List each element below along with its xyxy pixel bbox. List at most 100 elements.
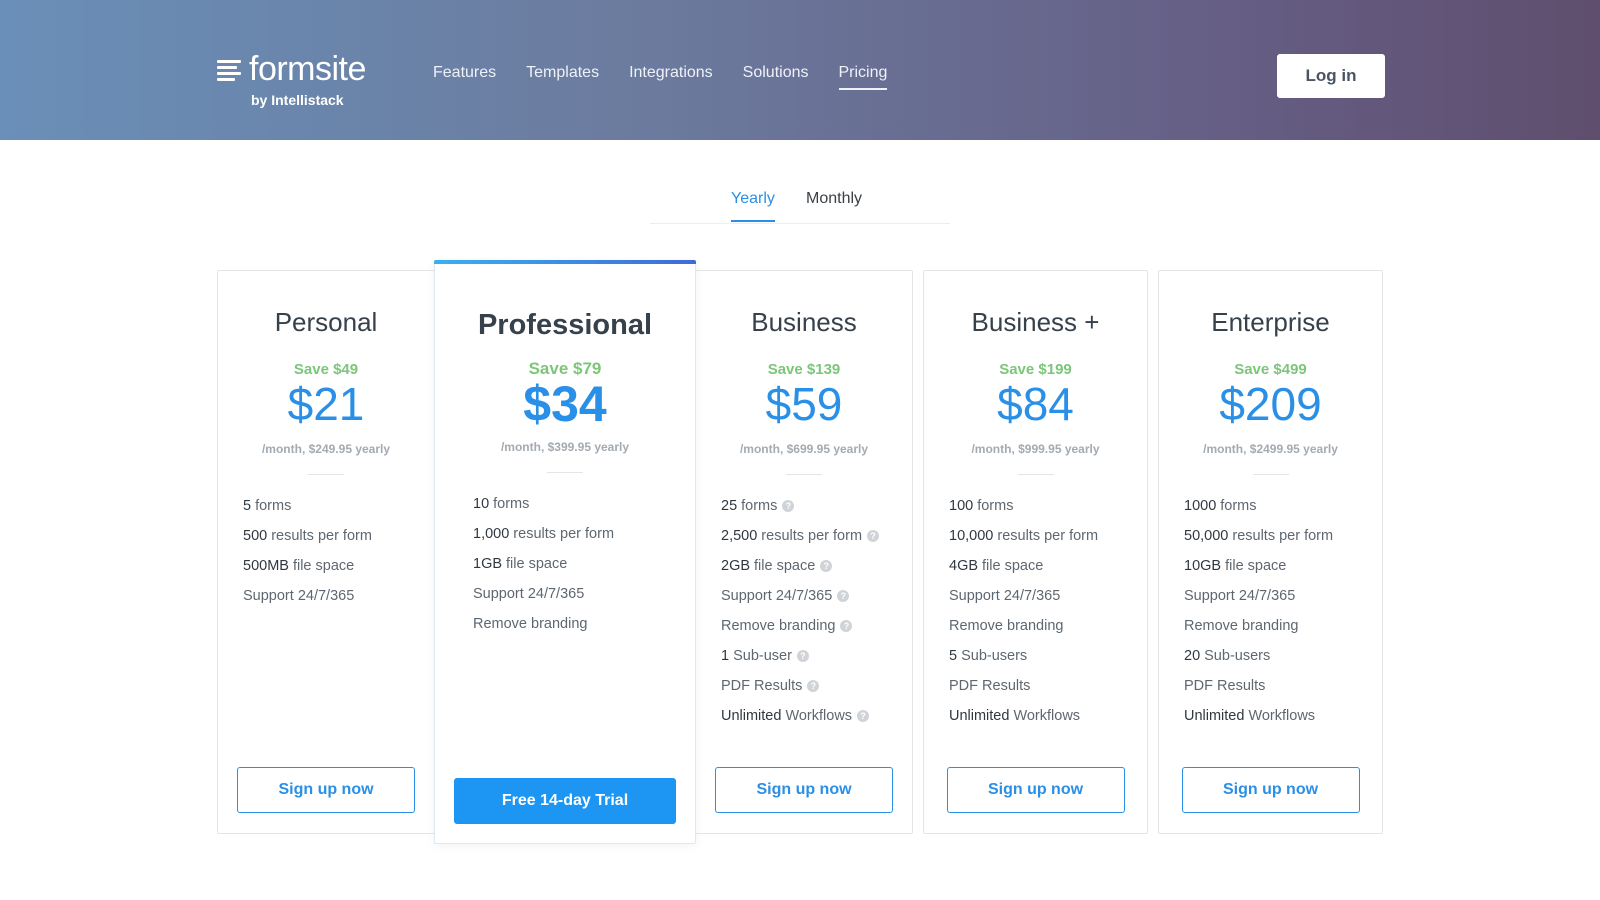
feature-amount: 20 <box>1184 648 1201 664</box>
free-trial-button[interactable]: Free 14-day Trial <box>454 778 676 824</box>
feature-item: PDF Results <box>949 671 1098 701</box>
feature-item: 1,000 results per form <box>473 519 614 549</box>
feature-amount: 100 <box>949 498 974 514</box>
feature-amount: 1 <box>721 648 730 664</box>
plan-features: 25 forms? 2,500 results per form? 2GB file sp… <box>721 491 880 731</box>
feature-item: PDF Results? <box>721 671 879 701</box>
feature-text: Workflows <box>1248 708 1316 724</box>
feature-item: Remove branding <box>473 609 614 639</box>
help-icon[interactable]: ? <box>837 590 850 602</box>
plan-price: $21 <box>287 378 365 430</box>
plan-price: $84 <box>997 378 1074 430</box>
sign-up-button[interactable]: Sign up now <box>1181 767 1360 813</box>
feature-item: 1000 forms <box>1184 491 1333 521</box>
feature-amount: 2GB <box>721 558 751 574</box>
plan-card-personal: Personal Save $49 $21/month, $249.95 yearl… <box>217 270 435 834</box>
feature-amount: 5 <box>243 498 252 514</box>
help-icon[interactable]: ? <box>782 500 795 512</box>
feature-text: Sub-user <box>733 648 792 664</box>
help-icon[interactable]: ? <box>857 710 870 722</box>
plan-card-enterprise: Enterprise Save $499 $209/month, $2499.95 … <box>1158 270 1383 834</box>
feature-item: 25 forms? <box>721 491 879 521</box>
help-icon[interactable]: ? <box>867 530 880 542</box>
feature-amount: 10 <box>473 496 490 512</box>
plan-name: Business <box>751 307 857 337</box>
feature-text: Support 24/7/365 <box>721 588 833 604</box>
feature-item: 500 results per form <box>243 521 372 551</box>
feature-text: results per form <box>271 528 372 544</box>
plan-name: Professional <box>477 309 653 341</box>
feature-text: results per form <box>513 526 615 542</box>
feature-text: PDF Results <box>1184 678 1266 694</box>
site-header: formsite by Intellistack Features Templa… <box>0 0 1600 140</box>
feature-item: Unlimited Workflows <box>949 701 1098 731</box>
feature-text: Support 24/7/365 <box>473 586 585 602</box>
plan-billing-period: /month, $249.95 yearly <box>261 442 391 456</box>
logo-wordmark: formsite <box>249 50 366 88</box>
nav-solutions[interactable]: Solutions <box>743 64 809 90</box>
feature-amount: Unlimited <box>1184 708 1245 724</box>
sign-up-button[interactable]: Sign up now <box>946 767 1125 813</box>
plan-name: Personal <box>274 307 378 337</box>
feature-text: PDF Results <box>949 678 1031 694</box>
feature-amount: 1000 <box>1184 498 1217 514</box>
help-icon[interactable]: ? <box>807 680 820 692</box>
feature-amount: 5 <box>949 648 958 664</box>
plan-billing-period: /month, $2499.95 yearly <box>1203 442 1338 456</box>
feature-text: Workflows <box>785 708 853 724</box>
feature-text: Sub-users <box>961 648 1028 664</box>
tab-yearly[interactable]: Yearly <box>731 190 775 222</box>
feature-amount: Unlimited <box>949 708 1010 724</box>
plan-divider <box>1252 474 1289 475</box>
plan-price: $209 <box>1219 378 1322 430</box>
feature-amount: 10,000 <box>949 528 994 544</box>
sign-up-button[interactable]: Sign up now <box>715 767 893 813</box>
plan-features: 100 forms 10,000 results per form 4GB file sp… <box>949 491 1098 731</box>
feature-amount: 500MB <box>243 558 289 574</box>
plan-divider <box>1017 474 1054 475</box>
logo-lines-icon <box>217 60 241 86</box>
feature-amount: 500 <box>243 528 268 544</box>
help-icon[interactable]: ? <box>820 560 833 572</box>
plan-features: 10 forms 1,000 results per form 1GB file spac… <box>473 489 614 639</box>
feature-text: forms <box>1220 498 1257 514</box>
plan-savings: Save $199 <box>999 361 1072 378</box>
nav-integrations[interactable]: Integrations <box>629 64 713 90</box>
plan-price: $59 <box>765 378 843 430</box>
feature-item: 4GB file space <box>949 551 1098 581</box>
nav-pricing[interactable]: Pricing <box>838 64 888 90</box>
feature-item: 5 Sub-users <box>949 641 1098 671</box>
feature-text: file space <box>506 556 568 572</box>
help-icon[interactable]: ? <box>840 620 853 632</box>
plan-billing-period: /month, $999.95 yearly <box>971 442 1100 456</box>
plan-billing-period: /month, $699.95 yearly <box>739 442 869 456</box>
feature-item: 50,000 results per form <box>1184 521 1333 551</box>
feature-text: Support 24/7/365 <box>949 588 1061 604</box>
main-nav: Features Templates Integrations Solution… <box>433 64 888 90</box>
feature-amount: 50,000 <box>1184 528 1229 544</box>
feature-item: 100 forms <box>949 491 1098 521</box>
plan-savings: Save $499 <box>1234 361 1307 378</box>
feature-text: Remove branding <box>949 618 1064 634</box>
feature-text: results per form <box>761 528 863 544</box>
feature-item: Remove branding <box>1184 611 1333 641</box>
feature-text: file space <box>982 558 1044 574</box>
help-icon[interactable]: ? <box>796 650 809 662</box>
feature-item: 500MB file space <box>243 551 372 581</box>
plan-features: 5 forms 500 results per form 500MB file space… <box>243 491 372 611</box>
feature-text: Sub-users <box>1204 648 1271 664</box>
feature-text: file space <box>292 558 355 574</box>
feature-item: 1 Sub-user? <box>721 641 879 671</box>
feature-item: PDF Results <box>1184 671 1333 701</box>
feature-text: PDF Results <box>721 678 803 694</box>
login-button[interactable]: Log in <box>1277 54 1385 98</box>
sign-up-button[interactable]: Sign up now <box>237 767 415 813</box>
nav-features[interactable]: Features <box>433 64 496 90</box>
logo-tagline: by Intellistack <box>251 92 344 108</box>
nav-templates[interactable]: Templates <box>526 64 599 90</box>
feature-item: 20 Sub-users <box>1184 641 1333 671</box>
feature-text: forms <box>741 498 778 514</box>
tab-monthly[interactable]: Monthly <box>806 190 862 220</box>
feature-item: Support 24/7/365 <box>243 581 372 611</box>
formsite-logo[interactable]: formsite by Intellistack <box>217 50 382 110</box>
